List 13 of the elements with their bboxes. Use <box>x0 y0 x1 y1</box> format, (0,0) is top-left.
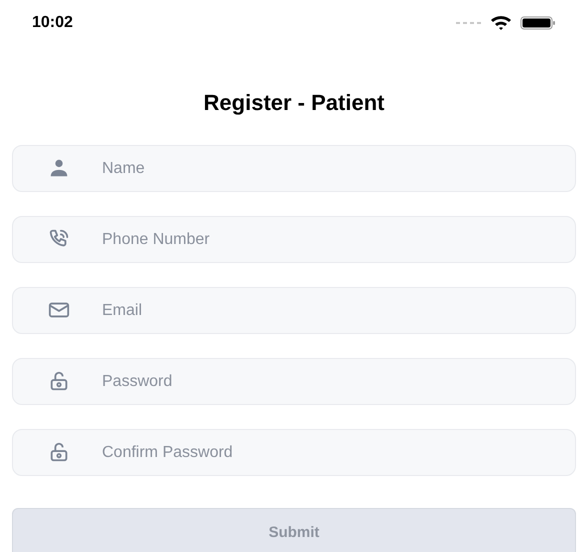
wifi-icon <box>490 15 512 31</box>
page-title: Register - Patient <box>202 89 386 117</box>
lock-icon <box>48 441 70 463</box>
input-field[interactable]: Confirm Password <box>12 429 576 476</box>
battery-icon <box>520 16 556 30</box>
status-time: 10:02 <box>32 13 73 33</box>
input-field[interactable]: Email <box>12 287 576 334</box>
signal-icon <box>456 21 482 25</box>
person-icon <box>48 157 70 179</box>
input-field[interactable]: Name <box>12 145 576 192</box>
input-field[interactable]: Password <box>12 358 576 405</box>
lock-icon <box>48 370 70 392</box>
input-field[interactable]: Phone Number <box>12 216 576 263</box>
